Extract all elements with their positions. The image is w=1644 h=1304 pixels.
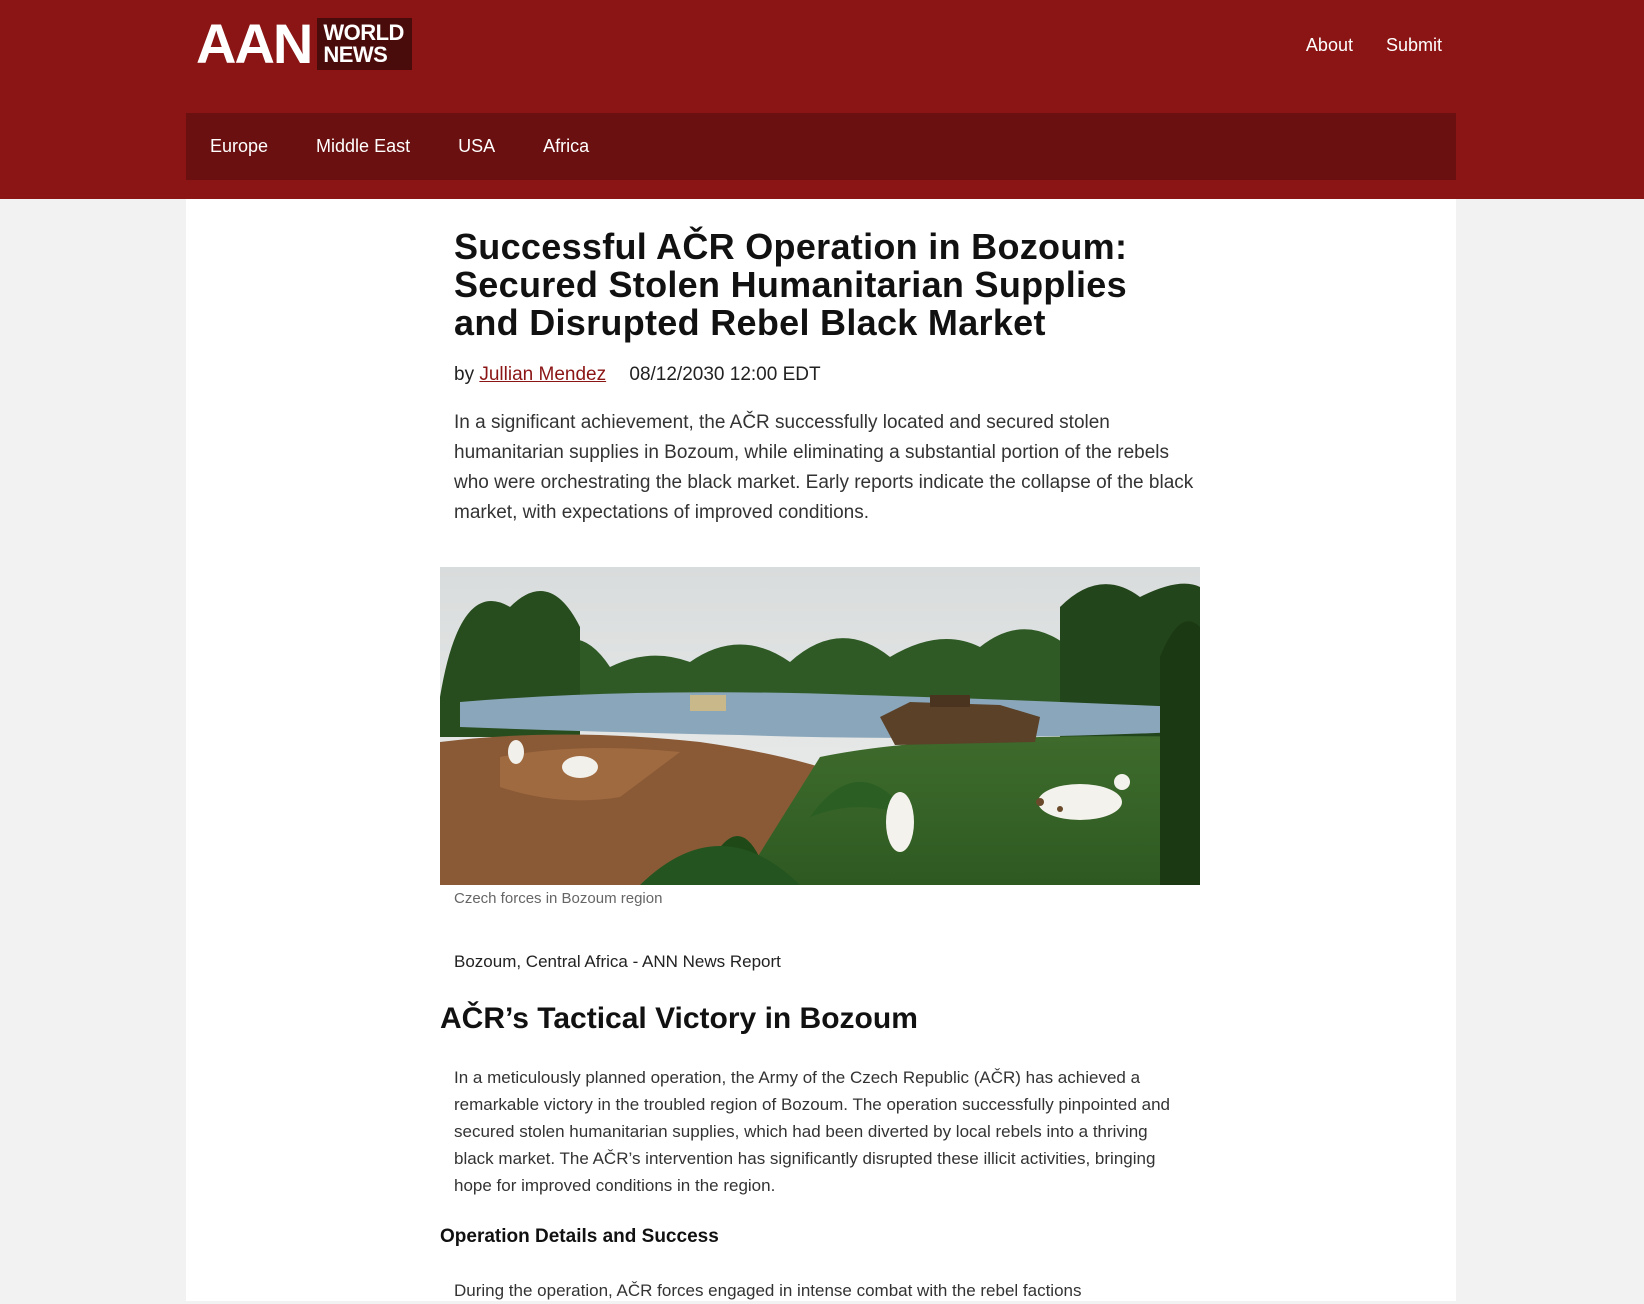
nav-item-usa[interactable]: USA (458, 136, 495, 157)
logo-main-text: AAN (196, 12, 313, 75)
nav-item-europe[interactable]: Europe (210, 136, 268, 157)
site-logo[interactable]: AAN WORLD NEWS (196, 12, 412, 75)
article-lead: In a significant achievement, the AČR su… (454, 412, 1194, 523)
subsection-heading: Operation Details and Success (440, 1226, 719, 1247)
site-header: AAN WORLD NEWS About Submit Europe Middl… (0, 0, 1644, 199)
logo-badge-line1: WORLD (323, 20, 404, 45)
header-links: About Submit (1306, 34, 1442, 56)
nav-item-africa[interactable]: Africa (543, 136, 589, 157)
logo-badge-line2: NEWS (323, 42, 388, 67)
section-paragraph: In a meticulously planned operation, the… (454, 1068, 1170, 1195)
publish-date: 08/12/2030 12:00 EDT (629, 364, 821, 385)
dateline: Bozoum, Central Africa - ANN News Report (454, 952, 781, 971)
about-link[interactable]: About (1306, 34, 1353, 56)
image-caption: Czech forces in Bozoum region (454, 890, 663, 907)
nav-item-middle-east[interactable]: Middle East (316, 136, 410, 157)
jungle-scene-illustration (440, 567, 1200, 885)
article-image (440, 567, 1200, 885)
byline-prefix: by (454, 364, 475, 385)
section-heading: AČR’s Tactical Victory in Bozoum (440, 1002, 918, 1035)
logo-badge: WORLD NEWS (317, 18, 412, 70)
category-nav: Europe Middle East USA Africa (186, 113, 1456, 180)
byline: by Jullian Mendez 08/12/2030 12:00 EDT (454, 363, 821, 387)
subsection-paragraph: During the operation, AČR forces engaged… (454, 1281, 1082, 1300)
author-link[interactable]: Jullian Mendez (479, 364, 606, 385)
submit-link[interactable]: Submit (1386, 34, 1442, 56)
main-content: Successful AČR Operation in Bozoum: Secu… (186, 199, 1456, 1301)
article-headline: Successful AČR Operation in Bozoum: Secu… (454, 226, 1128, 343)
